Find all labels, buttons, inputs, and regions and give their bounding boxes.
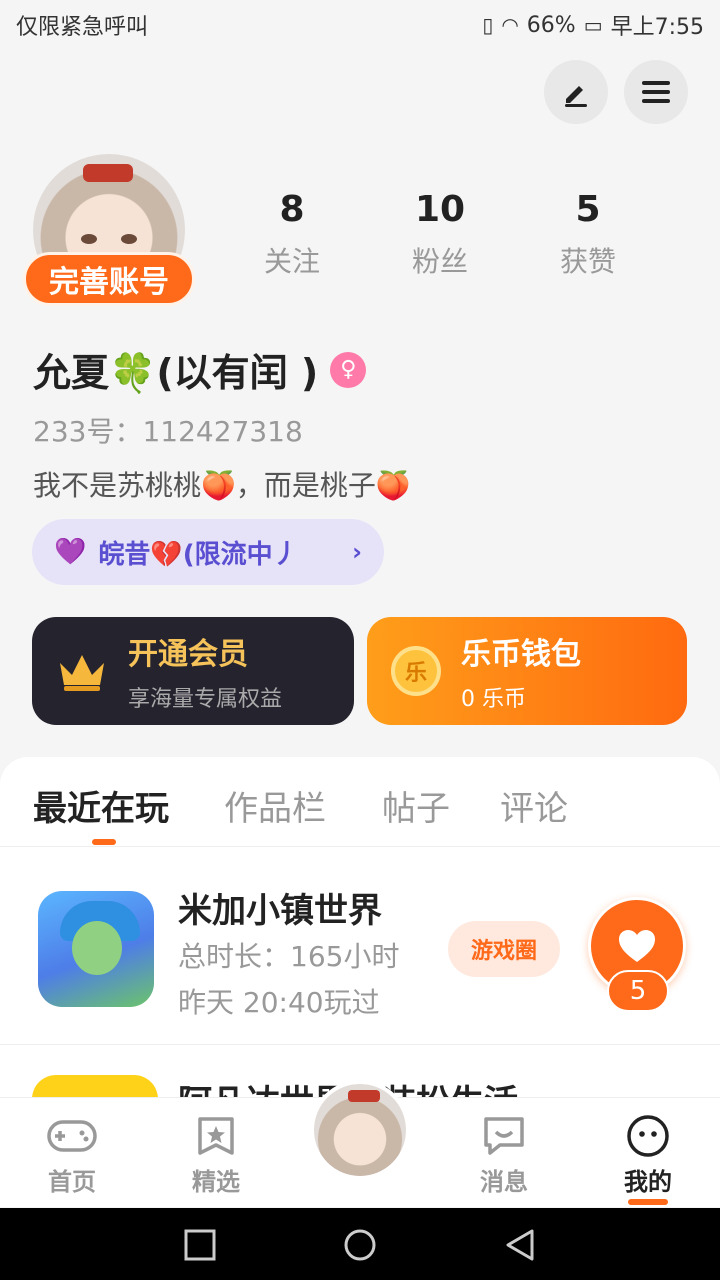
status-time: 早上7:55 xyxy=(610,15,704,40)
tab-works[interactable]: 作品栏 xyxy=(224,781,326,830)
pen-icon xyxy=(565,86,587,107)
stat-label: 关注 xyxy=(263,245,320,278)
stat-likes[interactable]: 5 获赞 xyxy=(528,188,648,280)
recents-icon[interactable] xyxy=(183,1228,217,1262)
stat-value: 5 xyxy=(575,189,601,230)
stat-value: 8 xyxy=(279,189,305,230)
game-duration: 总时长：165小时 xyxy=(178,940,400,973)
wallet-title: 乐币钱包 xyxy=(461,637,581,672)
coin-icon: 乐 xyxy=(391,646,441,696)
complete-account-button[interactable]: 完善账号 xyxy=(23,252,195,306)
battery-icon: ▭ xyxy=(583,13,603,37)
wifi-icon: ◠ xyxy=(501,13,519,37)
tab-bar: 最近在玩 作品栏 帖子 评论 xyxy=(0,757,720,847)
stat-following[interactable]: 8 关注 xyxy=(232,188,352,280)
battery-percent: 66% xyxy=(526,12,576,38)
vip-subtitle: 享海量专属权益 xyxy=(128,687,283,712)
game-icon[interactable] xyxy=(32,1075,158,1097)
user-bio: 我不是苏桃桃🍑，而是桃子🍑 xyxy=(33,469,411,502)
nav-home[interactable]: 首页 xyxy=(22,1114,122,1197)
nav-me[interactable]: 我的 xyxy=(598,1114,698,1205)
status-right: ▯ ◠ 66% ▭ 早上7:55 xyxy=(482,9,704,41)
wallet-card[interactable]: 乐 乐币钱包 0 乐币 xyxy=(367,617,687,725)
profile-avatar-wrap[interactable]: 完善账号 xyxy=(23,154,195,306)
tab-posts[interactable]: 帖子 xyxy=(382,781,450,830)
relationship-tag[interactable]: 💜 皖昔💔(限流中丿 › xyxy=(32,519,384,585)
star-bookmark-icon xyxy=(190,1114,242,1158)
stat-label: 粉丝 xyxy=(411,245,468,278)
relationship-tag-label: 皖昔💔(限流中丿 xyxy=(98,539,299,570)
heart-icon: 💜 xyxy=(54,537,87,567)
avatar-bow xyxy=(348,1090,380,1102)
nav-featured[interactable]: 精选 xyxy=(166,1114,266,1197)
tab-recent[interactable]: 最近在玩 xyxy=(33,781,169,830)
edit-button[interactable] xyxy=(544,60,608,124)
nav-label: 精选 xyxy=(192,1168,240,1196)
status-bar: 仅限紧急呼叫 ▯ ◠ 66% ▭ 早上7:55 xyxy=(0,0,720,50)
avatar-bow xyxy=(83,164,133,182)
game-last-played: 昨天 20:40玩过 xyxy=(178,986,380,1019)
tab-indicator xyxy=(92,839,116,845)
nav-label: 首页 xyxy=(48,1168,96,1196)
vip-card[interactable]: 开通会员 享海量专属权益 xyxy=(32,617,354,725)
name-row: 允夏🍀(以有闰 ) ♀ xyxy=(33,342,367,397)
heart-icon xyxy=(619,930,655,962)
center-avatar-button[interactable] xyxy=(310,1080,410,1180)
vip-title: 开通会员 xyxy=(128,637,248,672)
stat-value: 10 xyxy=(414,189,466,230)
status-left-text: 仅限紧急呼叫 xyxy=(16,15,149,40)
nav-messages[interactable]: 消息 xyxy=(454,1114,554,1197)
system-nav-bar xyxy=(0,1208,720,1280)
avatar-eye xyxy=(81,234,97,244)
female-icon: ♀ xyxy=(330,351,367,388)
chevron-right-icon: › xyxy=(352,538,362,566)
avatar-eye xyxy=(121,234,137,244)
nav-active-indicator xyxy=(628,1199,668,1205)
back-icon[interactable] xyxy=(503,1228,537,1262)
user-id: 233号：112427318 xyxy=(33,415,303,448)
game-name: 米加小镇世界 xyxy=(178,891,382,931)
username: 允夏🍀(以有闰 ) xyxy=(33,351,319,395)
nav-label: 我的 xyxy=(624,1168,672,1196)
game-icon-face xyxy=(72,921,122,975)
game-icon[interactable] xyxy=(38,891,154,1007)
game-circle-button[interactable]: 游戏圈 xyxy=(448,921,560,977)
message-icon xyxy=(478,1114,530,1158)
stat-label: 获赞 xyxy=(559,245,616,278)
face-icon xyxy=(622,1114,674,1158)
like-count: 5 xyxy=(607,970,669,1012)
tab-comments[interactable]: 评论 xyxy=(500,781,568,830)
gamepad-icon xyxy=(46,1114,98,1158)
hamburger-icon xyxy=(642,81,670,103)
wallet-balance: 0 乐币 xyxy=(461,687,526,712)
menu-button[interactable] xyxy=(624,60,688,124)
crown-icon xyxy=(60,655,104,691)
home-icon[interactable] xyxy=(343,1228,377,1262)
vibrate-icon: ▯ xyxy=(482,13,494,37)
nav-label: 消息 xyxy=(480,1168,528,1196)
stat-fans[interactable]: 10 粉丝 xyxy=(380,188,500,280)
